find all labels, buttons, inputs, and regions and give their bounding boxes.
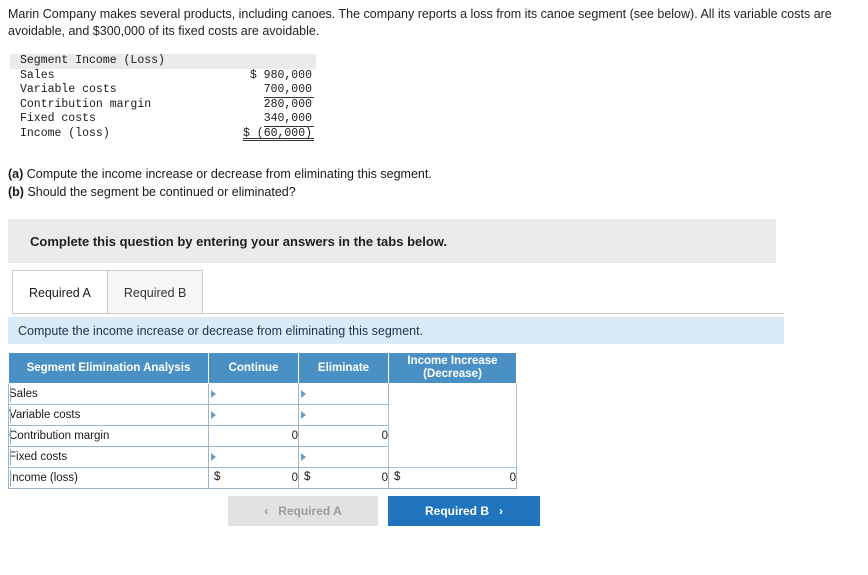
prev-button-label: Required A: [278, 504, 342, 518]
segment-income-table: Segment Income (Loss) Sales $ 980,000 Va…: [10, 54, 316, 141]
cell-sales-eliminate[interactable]: [298, 383, 389, 405]
cell-contribution-margin-continue[interactable]: 0: [208, 425, 299, 447]
cell-fixed-costs-eliminate[interactable]: [298, 446, 389, 468]
currency-symbol: $: [394, 471, 401, 483]
table-row: Sales $ 980,000: [10, 69, 316, 84]
currency-symbol: $: [214, 471, 221, 483]
row-value: $ (60,000): [242, 126, 314, 141]
segment-income-title-row: Segment Income (Loss): [10, 54, 316, 69]
segment-income-title: Segment Income (Loss): [20, 54, 165, 67]
row-label-variable-costs[interactable]: Variable costs: [8, 404, 209, 426]
header-income-increase-decrease: Income Increase (Decrease): [388, 352, 517, 384]
question-b: (b) Should the segment be continued or e…: [8, 183, 432, 201]
question-a: (a) Compute the income increase or decre…: [8, 165, 432, 183]
cell-sales-continue[interactable]: [208, 383, 299, 405]
tab-navigation: ‹ Required A Required B ›: [228, 496, 540, 526]
row-label: Fixed costs: [20, 112, 96, 125]
cell-income-loss-continue[interactable]: $ 0: [208, 467, 299, 489]
row-label: Contribution margin: [20, 97, 152, 111]
instruction-bar: Complete this question by entering your …: [8, 219, 776, 263]
next-button-label: Required B: [424, 504, 489, 518]
row-value: $ 980,000: [249, 68, 312, 82]
instruction-text: Complete this question by entering your …: [30, 233, 448, 249]
header-continue: Continue: [208, 352, 299, 384]
sub-questions: (a) Compute the income increase or decre…: [8, 165, 432, 201]
tab-bar: Required A Required B: [12, 270, 204, 314]
question-a-label: (a): [8, 167, 24, 181]
chevron-right-icon: ›: [499, 504, 503, 518]
row-label-fixed-costs[interactable]: Fixed costs: [8, 446, 209, 468]
segment-income-title-spacer: [312, 54, 314, 69]
tab-required-b-label: Required B: [123, 285, 187, 300]
prev-required-a-button[interactable]: ‹ Required A: [228, 496, 378, 526]
tab-required-a-label: Required A: [29, 285, 91, 300]
table-row: Sales: [8, 383, 517, 468]
tab-required-a[interactable]: Required A: [12, 270, 108, 314]
row-label: Variable costs: [20, 83, 117, 96]
tab-required-b[interactable]: Required B: [107, 270, 204, 314]
header-income-line2: (Decrease): [423, 368, 482, 380]
tab-instruction-bar: Compute the income increase or decrease …: [8, 317, 784, 344]
chevron-left-icon: ‹: [264, 504, 269, 518]
cell-fixed-costs-continue[interactable]: [208, 446, 299, 468]
exercise-page: Marin Company makes several products, in…: [0, 0, 868, 575]
question-b-label: (b): [8, 185, 24, 199]
next-required-b-button[interactable]: Required B ›: [388, 496, 540, 526]
row-value: 340,000: [263, 112, 314, 127]
tab-instruction-text: Compute the income increase or decrease …: [18, 323, 424, 338]
tab-bar-divider: [12, 313, 784, 314]
header-eliminate: Eliminate: [298, 352, 389, 384]
cell-income-increase-blank[interactable]: [388, 383, 517, 468]
cell-variable-costs-eliminate[interactable]: [298, 404, 389, 426]
header-income-line1: Income Increase: [407, 355, 498, 367]
cell-income-loss-eliminate[interactable]: $ 0: [298, 467, 389, 489]
table-header-row: Segment Elimination Analysis Continue El…: [8, 352, 517, 384]
row-label: Sales: [20, 68, 55, 82]
question-a-text: Compute the income increase or decrease …: [23, 167, 432, 181]
cell-contribution-margin-eliminate[interactable]: 0: [298, 425, 389, 447]
row-label-income-loss[interactable]: Income (loss): [8, 467, 209, 489]
row-value: 700,000: [263, 83, 314, 98]
table-row: Fixed costs 340,000: [10, 112, 316, 127]
table-row: Contribution margin 280,000: [10, 98, 316, 113]
cell-variable-costs-continue[interactable]: [208, 404, 299, 426]
table-row: Variable costs 700,000: [10, 83, 316, 98]
row-label: Income (loss): [20, 126, 110, 140]
row-value: 280,000: [263, 97, 312, 111]
table-row: Income (loss) $ (60,000): [10, 126, 316, 141]
table-row: Income (loss) $ 0 $ 0 $ 0: [8, 467, 517, 489]
currency-symbol: $: [304, 471, 311, 483]
cell-income-loss-increase-decrease[interactable]: $ 0: [388, 467, 517, 489]
segment-elimination-analysis-table: Segment Elimination Analysis Continue El…: [8, 352, 517, 489]
question-b-text: Should the segment be continued or elimi…: [23, 185, 296, 199]
question-prompt: Marin Company makes several products, in…: [8, 7, 832, 38]
row-label-contribution-margin[interactable]: Contribution margin: [8, 425, 209, 447]
row-label-sales[interactable]: Sales: [8, 383, 209, 405]
header-analysis: Segment Elimination Analysis: [8, 352, 209, 384]
